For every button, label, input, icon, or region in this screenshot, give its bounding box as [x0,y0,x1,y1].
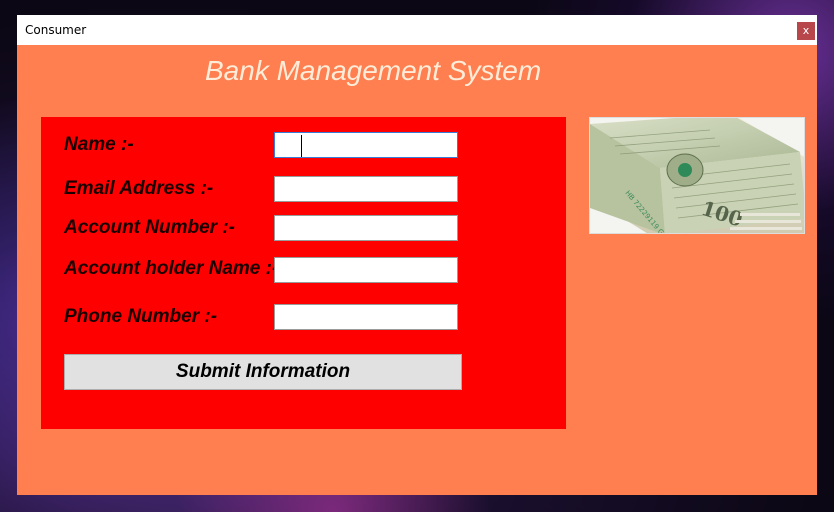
name-label: Name :- [64,134,134,155]
account-holder-name-label: Account holder Name :- [64,258,279,279]
close-button[interactable]: x [797,22,815,40]
phone-number-label: Phone Number :- [64,306,218,327]
email-input[interactable] [274,176,458,202]
account-holder-name-input[interactable] [274,257,458,283]
money-stack-icon: 100 HB 72229119 G [590,118,804,233]
money-stack-image: 100 HB 72229119 G [589,117,805,234]
window-title: Consumer [25,23,87,37]
text-caret [301,135,302,157]
submit-button[interactable]: Submit Information [64,354,462,390]
phone-number-input[interactable] [274,304,458,330]
account-number-input[interactable] [274,215,458,241]
title-bar: Consumer x [17,15,817,45]
form-panel: Name :- Email Address :- Account Number … [41,117,566,429]
app-heading: Bank Management System [205,55,542,86]
consumer-window: Consumer x Bank Management System Name :… [17,15,817,495]
email-label: Email Address :- [64,178,214,199]
account-number-label: Account Number :- [64,217,235,238]
